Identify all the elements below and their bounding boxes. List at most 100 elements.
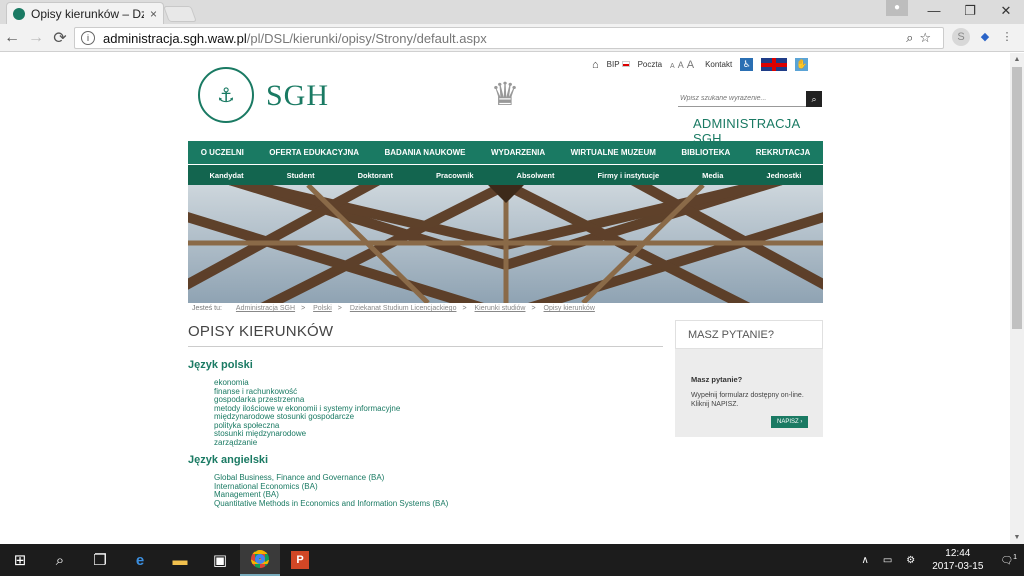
close-window-button[interactable]: ✕ (988, 0, 1024, 22)
zoom-search-icon[interactable]: ⌕ (906, 30, 919, 45)
main-nav: O UCZELNI OFERTA EDUKACYJNA BADANIA NAUK… (188, 141, 823, 164)
page-viewport: ⌂ BIP Poczta AAA Kontakt ♿ ✋ ⚓ SGH ♛ ⌕ A… (0, 53, 1010, 544)
store-icon[interactable]: ▣ (200, 544, 240, 576)
tab-close-button[interactable]: × (150, 7, 157, 21)
clock-date: 2017-03-15 (932, 561, 984, 572)
sign-language-icon[interactable]: ✋ (795, 58, 809, 71)
favicon-icon (13, 7, 25, 20)
subnav-media[interactable]: Media (702, 171, 723, 180)
url-host: administracja.sgh.waw.pl (103, 30, 247, 46)
system-tray: ∧ ▭ ⚙ 12:44 2017-03-15 🗨1 (854, 544, 1024, 576)
subnav-jednostki[interactable]: Jednostki (766, 171, 801, 180)
site-search: ⌕ (678, 91, 822, 107)
battery-icon[interactable]: ▭ (883, 555, 892, 566)
nav-badania-naukowe[interactable]: BADANIA NAUKOWE (384, 148, 465, 157)
program-link[interactable]: zarządzanie (214, 438, 400, 448)
browser-toolbar: ← → ⟳ i administracja.sgh.waw.pl/pl/DSL/… (0, 24, 1024, 52)
breadcrumb-item[interactable]: Polski (313, 305, 332, 312)
breadcrumb: Jesteś tu: Administracja SGH > Polski > Dz… (192, 305, 595, 312)
nav-biblioteka[interactable]: BIBLIOTEKA (681, 148, 730, 157)
section-heading-polish: Język polski (188, 359, 253, 371)
tab-strip: Opisy kierunków – Dziek × ● — ❐ ✕ (0, 0, 1024, 24)
subnav-firmy[interactable]: Firmy i instytucje (597, 171, 659, 180)
clock[interactable]: 12:44 2017-03-15 (932, 547, 983, 573)
forward-button[interactable]: → (24, 29, 48, 47)
accessibility-icon[interactable]: ♿ (740, 58, 754, 71)
font-large-button[interactable]: A (687, 59, 694, 71)
window-controls: — ❐ ✕ (916, 0, 1024, 22)
extension-icon[interactable]: ◆ (976, 28, 994, 46)
page-scrollbar[interactable]: ▲ ▼ (1010, 53, 1024, 544)
scroll-up-icon[interactable]: ▲ (1010, 56, 1024, 63)
font-small-button[interactable]: A (670, 63, 675, 70)
edge-icon[interactable]: e (120, 544, 160, 576)
program-link[interactable]: Quantitative Methods in Economics and In… (214, 499, 448, 509)
search-input[interactable] (678, 91, 806, 107)
subnav-kandydat[interactable]: Kandydat (210, 171, 244, 180)
page-title: OPISY KIERUNKÓW (188, 323, 663, 347)
breadcrumb-item[interactable]: Kierunki studiów (475, 305, 526, 312)
sgh-logo-text[interactable]: SGH (266, 79, 329, 113)
font-size-switcher: AAA (670, 59, 697, 71)
url-path: /pl/DSL/kierunki/opisy/Strony/default.as… (246, 30, 487, 46)
notification-center-icon[interactable]: 🗨1 (1000, 554, 1017, 566)
breadcrumb-item[interactable]: Administracja SGH (236, 305, 295, 312)
info-icon[interactable]: i (81, 31, 95, 45)
sidebar-heading: MASZ PYTANIE? (675, 320, 823, 349)
subnav-student[interactable]: Student (287, 171, 315, 180)
section-heading-english: Język angielski (188, 454, 269, 466)
tray-chevron-icon[interactable]: ∧ (861, 555, 868, 566)
search-icon[interactable]: ⌕ (40, 544, 80, 576)
font-medium-button[interactable]: A (678, 60, 684, 70)
nav-rekrutacja[interactable]: REKRUTACJA (756, 148, 811, 157)
network-icon[interactable]: ⚙ (906, 555, 915, 566)
chrome-icon[interactable] (240, 544, 280, 576)
sgh-seal-logo[interactable]: ⚓ (198, 67, 254, 123)
sidebar-text: Wypełnij formularz dostępny on-line. Kli… (691, 392, 804, 408)
search-button[interactable]: ⌕ (806, 91, 822, 107)
question-sidebar: MASZ PYTANIE? Masz pytanie? Wypełnij for… (675, 320, 823, 437)
utility-bar: ⌂ BIP Poczta AAA Kontakt ♿ ✋ (592, 58, 809, 71)
minimize-button[interactable]: — (916, 0, 952, 22)
nav-o-uczelni[interactable]: O UCZELNI (201, 148, 244, 157)
breadcrumb-item[interactable]: Dziekanat Studium Licencjackiego (350, 305, 457, 312)
skype-extension-icon[interactable]: S (952, 28, 970, 46)
kontakt-link[interactable]: Kontakt (705, 60, 732, 69)
windows-taskbar: ⊞ ⌕ ❐ e ▬ ▣ P ∧ ▭ ⚙ 12:44 2017-03-15 🗨1 (0, 544, 1024, 576)
program-list-english: Global Business, Finance and Governance … (214, 473, 448, 509)
bip-flag-icon (621, 61, 630, 67)
new-tab-button[interactable] (163, 6, 197, 22)
profile-icon[interactable]: ● (886, 0, 908, 16)
program-list-polish: ekonomia finanse i rachunkowość gospodar… (214, 378, 400, 448)
breadcrumb-prefix: Jesteś tu: (192, 305, 222, 312)
scroll-down-icon[interactable]: ▼ (1010, 534, 1024, 541)
poczta-link[interactable]: Poczta (638, 60, 662, 69)
subnav-absolwent[interactable]: Absolwent (517, 171, 555, 180)
nav-wydarzenia[interactable]: WYDARZENIA (491, 148, 545, 157)
audience-nav: Kandydat Student Doktorant Pracownik Abs… (188, 165, 823, 185)
breadcrumb-item[interactable]: Opisy kierunków (544, 305, 595, 312)
maximize-button[interactable]: ❐ (952, 0, 988, 22)
english-flag-icon[interactable] (761, 58, 788, 71)
back-button[interactable]: ← (0, 29, 24, 47)
start-button[interactable]: ⊞ (0, 544, 40, 576)
browser-tab[interactable]: Opisy kierunków – Dziek × (6, 2, 164, 24)
powerpoint-icon[interactable]: P (280, 544, 320, 576)
address-bar[interactable]: i administracja.sgh.waw.pl/pl/DSL/kierun… (74, 27, 944, 49)
task-view-icon[interactable]: ❐ (80, 544, 120, 576)
file-explorer-icon[interactable]: ▬ (160, 544, 200, 576)
menu-icon[interactable]: ⋮ (998, 28, 1016, 46)
scrollbar-thumb[interactable] (1012, 67, 1022, 329)
bookmark-star-icon[interactable]: ☆ (919, 30, 937, 45)
hero-ceiling-image (188, 185, 823, 303)
home-icon[interactable]: ⌂ (592, 59, 599, 71)
subnav-doktorant[interactable]: Doktorant (358, 171, 393, 180)
nav-oferta-edukacyjna[interactable]: OFERTA EDUKACYJNA (269, 148, 359, 157)
subnav-pracownik[interactable]: Pracownik (436, 171, 474, 180)
eagle-emblem-icon: ♛ (490, 76, 520, 112)
reload-button[interactable]: ⟳ (48, 28, 72, 48)
bip-link[interactable]: BIP (607, 60, 630, 69)
clock-time: 12:44 (945, 548, 971, 559)
nav-wirtualne-muzeum[interactable]: WIRTUALNE MUZEUM (571, 148, 656, 157)
napisz-button[interactable]: NAPISZ › (771, 416, 809, 428)
